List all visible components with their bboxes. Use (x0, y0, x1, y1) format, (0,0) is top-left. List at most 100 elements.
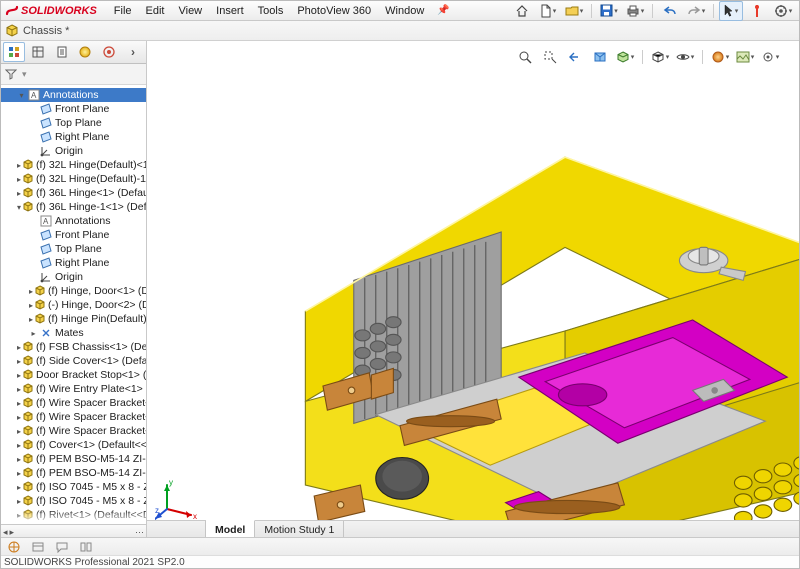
svg-text:z: z (155, 506, 159, 515)
tab-configuration[interactable] (27, 42, 49, 62)
status-bar: SOLIDWORKS Professional 2021 SP2.0 (1, 555, 799, 568)
tree-row[interactable]: ▸(f) Rivet<1> (Default<<Defaul (1, 508, 146, 522)
tree-label: (f) Wire Spacer Bracket<3> (De (36, 425, 146, 437)
save-icon[interactable]: ▾ (597, 1, 621, 21)
tree-label: (f) Wire Entry Plate<1> (Defaul (36, 383, 146, 395)
tree-row[interactable]: ▸Mates (1, 326, 146, 340)
part-icon (22, 439, 34, 451)
tree-label: (f) Cover<1> (Default<<Defaul (36, 439, 146, 451)
home-icon[interactable] (510, 1, 534, 21)
menu-edit[interactable]: Edit (139, 4, 172, 18)
tree-row[interactable]: ▸Top Plane (1, 116, 146, 130)
forum-icon[interactable] (53, 539, 71, 555)
tree-row[interactable]: ▸(f) Wire Spacer Bracket<1> (De (1, 410, 146, 424)
tree-row[interactable]: ▸(f) 32L Hinge(Default)<1> (Def (1, 158, 146, 172)
tree-label: Mates (55, 327, 84, 339)
part-icon (22, 453, 34, 465)
menu-insert[interactable]: Insert (209, 4, 251, 18)
select-tool-icon[interactable]: ▾ (719, 1, 743, 21)
tree-row[interactable]: ▸Front Plane (1, 228, 146, 242)
plane-icon (39, 243, 53, 255)
mate-icon (39, 327, 53, 339)
tree-row[interactable]: ▸(f) Side Cover<1> (Default<<D (1, 354, 146, 368)
open-file-icon[interactable]: ▾ (562, 1, 586, 21)
redo-icon[interactable]: ▾ (684, 1, 708, 21)
new-file-icon[interactable]: ▾ (536, 1, 560, 21)
tree-row[interactable]: ▸Front Plane (1, 102, 146, 116)
tab-property[interactable] (51, 42, 73, 62)
tree-label: (f) Rivet<2> (Default<<Defaul (36, 523, 146, 524)
tree-label: Origin (55, 145, 83, 157)
tab-dimxpert[interactable] (98, 42, 120, 62)
tree-row[interactable]: ▸Origin (1, 144, 146, 158)
tree-row[interactable]: ▸Origin (1, 270, 146, 284)
tree-row[interactable]: ▸AAnnotations (1, 214, 146, 228)
options-icon[interactable]: ▾ (771, 1, 795, 21)
tree-row[interactable]: ▸Right Plane (1, 256, 146, 270)
tree-row[interactable]: ▸(f) Wire Entry Plate<1> (Defaul (1, 382, 146, 396)
menu-holder: FileEditViewInsertToolsPhotoView 360Wind… (107, 5, 432, 17)
assembly-icon (5, 24, 19, 38)
feature-tree[interactable]: ▾AAnnotations▸Front Plane▸Top Plane▸Righ… (1, 85, 146, 524)
tree-label: (f) ISO 7045 - M5 x 8 - Z --- 8N (36, 481, 146, 493)
tree-row[interactable]: ▸(-) Hinge, Door<2> (Defaul (1, 298, 146, 312)
customize-icon[interactable] (77, 539, 95, 555)
tree-label: Front Plane (55, 229, 109, 241)
tree-row[interactable]: ▸(f) Hinge, Door<1> (Defaul (1, 284, 146, 298)
plane-icon (39, 131, 53, 143)
tree-row[interactable]: ▸(f) Wire Spacer Bracket<2> (De (1, 396, 146, 410)
tab-feature-manager[interactable] (3, 42, 25, 62)
resources-icon[interactable] (5, 539, 23, 555)
tree-label: Door Bracket Stop<1> (Defaul (36, 369, 146, 381)
origin-icon (39, 271, 53, 283)
menu-window[interactable]: Window (378, 4, 431, 18)
menu-file[interactable]: File (107, 4, 139, 18)
part-icon (22, 425, 34, 437)
tree-row[interactable]: ▸(f) ISO 7045 - M5 x 8 - Z --- 8N (1, 480, 146, 494)
plane-icon (39, 103, 53, 115)
status-text: SOLIDWORKS Professional 2021 SP2.0 (4, 557, 185, 568)
tree-row[interactable]: ▸(f) Wire Spacer Bracket<3> (De (1, 424, 146, 438)
menu-tools[interactable]: Tools (251, 4, 291, 18)
print-icon[interactable]: ▾ (623, 1, 647, 21)
svg-text:A: A (43, 217, 49, 226)
menu-photoview-360[interactable]: PhotoView 360 (290, 4, 378, 18)
front-knob-left (376, 458, 429, 500)
tree-row[interactable]: ▸Top Plane (1, 242, 146, 256)
orientation-triad[interactable]: x y z (155, 477, 199, 521)
menu-pin-icon[interactable]: 📌 (437, 5, 449, 16)
menubar: SOLIDWORKS FileEditViewInsertToolsPhotoV… (1, 1, 799, 21)
tree-row[interactable]: ▸Door Bracket Stop<1> (Defaul (1, 368, 146, 382)
tree-filter[interactable]: ▾ (1, 64, 146, 85)
tree-row[interactable]: ▸(f) Rivet<2> (Default<<Defaul (1, 522, 146, 524)
rebuild-icon[interactable] (745, 1, 769, 21)
tree-label: (f) 32L Hinge(Default)-1<1> (D (36, 173, 146, 185)
tree-row[interactable]: ▸(f) FSB Chassis<1> (Default<< (1, 340, 146, 354)
tree-label: Top Plane (55, 243, 102, 255)
part-icon (22, 159, 34, 171)
tree-row[interactable]: ▸(f) PEM BSO-M5-14 ZI--N<2> (1, 466, 146, 480)
tab-display-icon[interactable] (74, 42, 96, 62)
tree-label: (-) Hinge, Door<2> (Defaul (48, 299, 146, 311)
tree-row[interactable]: ▸(f) 32L Hinge(Default)-1<1> (D (1, 172, 146, 186)
document-bar: Chassis * (1, 21, 799, 41)
part-icon (22, 523, 34, 524)
graphics-viewport[interactable]: ▾ ▾ ▾ ▾ ▾ ▾ (147, 41, 799, 539)
tree-row[interactable]: ▸(f) PEM BSO-M5-14 ZI--N<1> (1, 452, 146, 466)
tree-label: Top Plane (55, 117, 102, 129)
tree-row[interactable]: ▾(f) 36L Hinge-1<1> (Default<D (1, 200, 146, 214)
tree-row[interactable]: ▸Right Plane (1, 130, 146, 144)
part-icon (22, 341, 34, 353)
tree-row[interactable]: ▸(f) Cover<1> (Default<<Defaul (1, 438, 146, 452)
part-icon (22, 411, 34, 423)
tree-row[interactable]: ▸(f) ISO 7045 - M5 x 8 - Z --- 8N (1, 494, 146, 508)
tab-overflow[interactable]: › (122, 42, 144, 62)
tree-label: (f) 36L Hinge<1> (Default<Disp (36, 187, 146, 199)
undo-icon[interactable] (658, 1, 682, 21)
tree-row[interactable]: ▸(f) Hinge Pin(Default)<1> (1, 312, 146, 326)
toolbar-top-right: ▾ ▾ ▾ ▾ ▾ ▾ ▾ (510, 1, 795, 21)
welcome-icon[interactable] (29, 539, 47, 555)
tree-row[interactable]: ▾AAnnotations (1, 88, 146, 102)
tree-row[interactable]: ▸(f) 36L Hinge<1> (Default<Disp (1, 186, 146, 200)
menu-view[interactable]: View (171, 4, 209, 18)
